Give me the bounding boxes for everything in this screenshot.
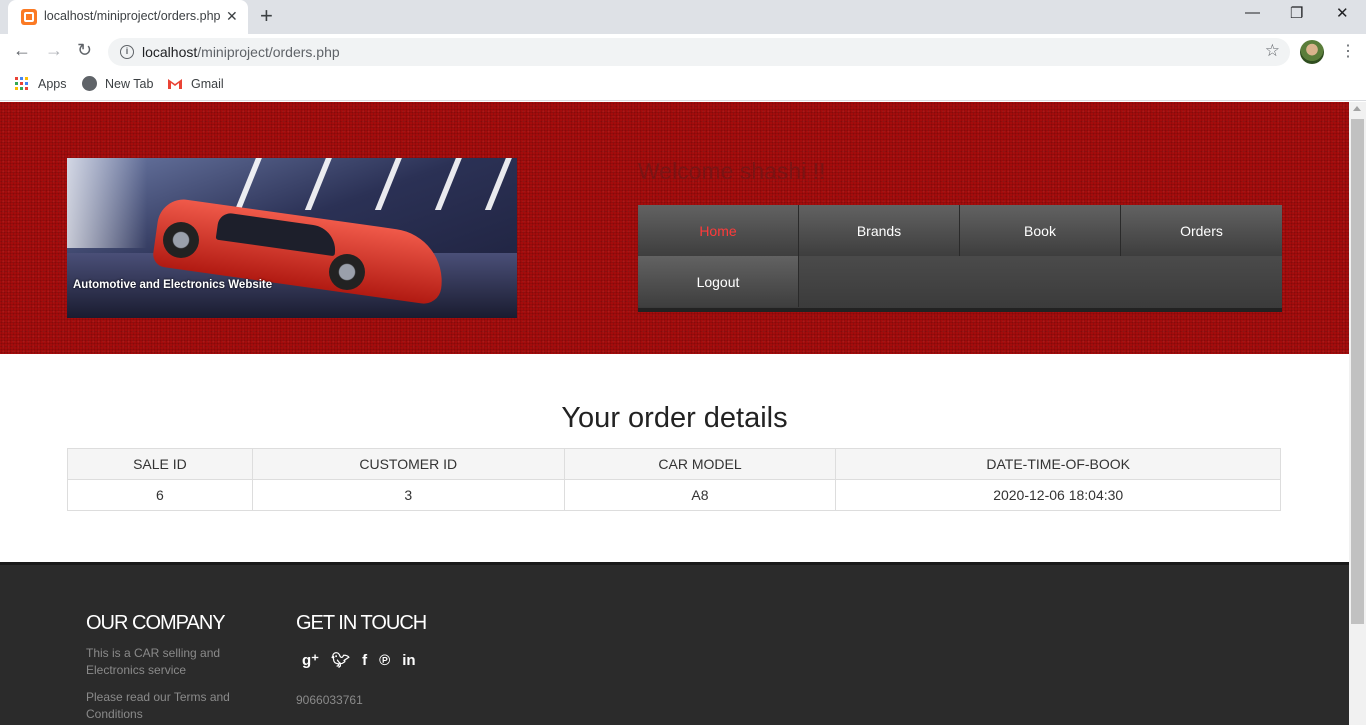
banner-image: Automotive and Electronics Website [67, 158, 517, 318]
scroll-up-arrow-icon[interactable] [1353, 106, 1361, 111]
url-path: /miniproject/orders.php [197, 44, 340, 60]
gmail-icon [168, 79, 182, 89]
twitter-icon[interactable]: 🐦︎ [331, 651, 350, 669]
tab-close-icon[interactable]: ✕ [226, 8, 238, 25]
bookmark-gmail[interactable]: Gmail [191, 77, 224, 91]
footer-company-heading: OUR COMPANY [86, 612, 226, 634]
ceiling-light [374, 158, 406, 210]
nav-home[interactable]: Home [638, 205, 799, 256]
back-arrow-icon[interactable]: ← [13, 40, 31, 61]
globe-icon [82, 76, 97, 91]
linkedin-icon[interactable]: in [402, 652, 415, 669]
reload-icon[interactable]: ↻ [77, 40, 92, 61]
new-tab-button[interactable]: + [260, 5, 273, 27]
car-model-cell: A8 [563, 479, 837, 511]
google-plus-icon[interactable]: g⁺ [302, 651, 319, 669]
welcome-message: Welcome shashi !! [638, 158, 826, 184]
bookmark-new-tab[interactable]: New Tab [105, 77, 153, 91]
facebook-icon[interactable]: f [362, 652, 367, 669]
column-header: CUSTOMER ID [251, 448, 565, 480]
orders-table: SALE ID CUSTOMER ID CAR MODEL DATE-TIME-… [67, 448, 1281, 511]
site-info-icon[interactable]: i [120, 45, 134, 59]
bookmark-star-icon[interactable]: ☆ [1265, 41, 1280, 61]
customer-id-cell: 3 [251, 479, 565, 511]
close-window-button[interactable]: ✕ [1336, 4, 1349, 22]
url-text: localhost/miniproject/orders.php [142, 44, 340, 60]
pinterest-icon[interactable]: ℗ [379, 652, 390, 669]
ceiling-light [234, 158, 266, 210]
tab-title: localhost/miniproject/orders.php [44, 9, 221, 23]
apps-grid-icon[interactable] [15, 77, 28, 90]
page-scrollbar[interactable] [1349, 102, 1366, 725]
more-menu-icon[interactable]: ⋮ [1340, 41, 1356, 61]
browser-toolbar: ← → ↻ i localhost/miniproject/orders.php… [0, 34, 1366, 70]
ceiling-light [434, 158, 466, 210]
column-header: DATE-TIME-OF-BOOK [835, 448, 1281, 480]
site-header: Automotive and Electronics Website Welco… [0, 102, 1349, 354]
footer-company-text: This is a CAR selling and Electronics se… [86, 646, 221, 677]
page-title: Your order details [561, 402, 788, 434]
main-nav: Home Brands Book Orders Logout [638, 205, 1282, 312]
minimize-button[interactable]: — [1245, 4, 1260, 21]
bookmark-apps[interactable]: Apps [38, 77, 67, 91]
banner-glow [67, 158, 147, 248]
page-viewport: Automotive and Electronics Website Welco… [0, 102, 1349, 725]
nav-logout[interactable]: Logout [638, 256, 799, 307]
column-header: SALE ID [67, 448, 253, 480]
car-wheel [329, 254, 365, 290]
ceiling-light [304, 158, 336, 210]
column-header: CAR MODEL [563, 448, 837, 480]
profile-avatar[interactable] [1300, 40, 1324, 64]
browser-tab[interactable]: localhost/miniproject/orders.php ✕ [8, 0, 248, 34]
ceiling-light [484, 158, 516, 210]
scrollbar-thumb[interactable] [1351, 119, 1364, 624]
footer-phone: 9066033761 [296, 693, 363, 707]
xampp-favicon-icon [21, 9, 37, 25]
address-bar[interactable]: i localhost/miniproject/orders.php ☆ [108, 38, 1290, 66]
url-host: localhost [142, 44, 198, 60]
forward-arrow-icon[interactable]: → [45, 40, 63, 61]
site-footer: OUR COMPANY This is a CAR selling and El… [0, 562, 1349, 725]
car-wheel [163, 222, 199, 258]
table-header-row: SALE ID CUSTOMER ID CAR MODEL DATE-TIME-… [67, 448, 1281, 480]
banner-caption: Automotive and Electronics Website [73, 279, 273, 291]
maximize-button[interactable]: ❐ [1290, 4, 1303, 22]
sale-id-cell: 6 [67, 479, 253, 511]
social-links: g⁺ 🐦︎ f ℗ in [302, 651, 416, 670]
browser-tab-strip: localhost/miniproject/orders.php ✕ + — ❐… [0, 0, 1366, 34]
table-row: 6 3 A8 2020-12-06 18:04:30 [67, 479, 1281, 511]
nav-brands[interactable]: Brands [799, 205, 960, 256]
date-time-cell: 2020-12-06 18:04:30 [835, 479, 1281, 511]
footer-contact-heading: GET IN TOUCH [296, 612, 427, 634]
nav-book[interactable]: Book [960, 205, 1121, 256]
nav-orders[interactable]: Orders [1121, 205, 1282, 256]
footer-terms-text[interactable]: Please read our Terms and Conditions [86, 689, 236, 723]
